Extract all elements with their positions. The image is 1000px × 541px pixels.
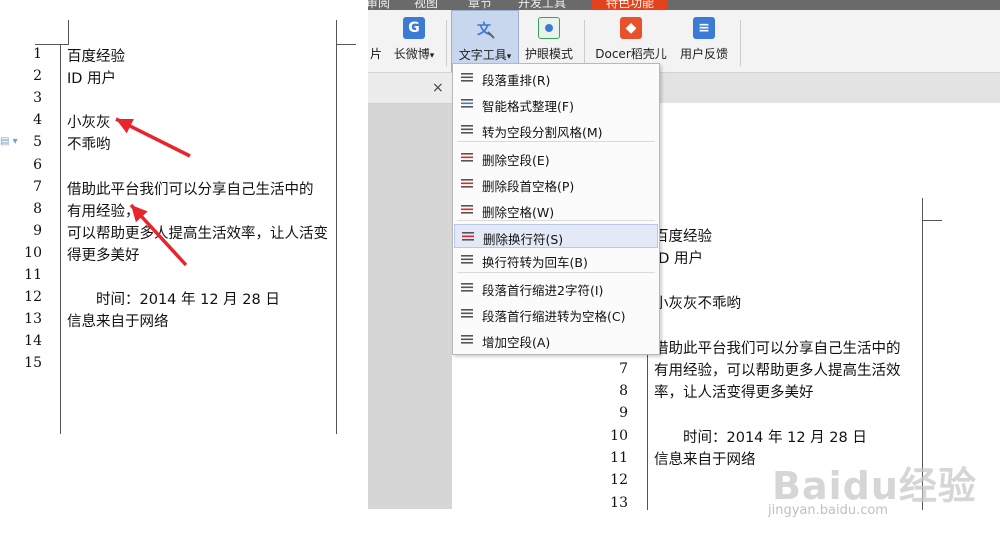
menu-item-label: 段落首行缩进转为空格(C) [482,309,626,324]
tab-developer[interactable]: 开发工具 [518,0,566,10]
menu-item[interactable]: 段落重排(R) [454,66,658,90]
menu-item[interactable]: 增加空段(A) [454,328,658,352]
menu-item-label: 删除段首空格(P) [482,179,575,194]
menu-item[interactable]: 智能格式整理(F) [454,92,658,116]
text-tools-menu: 段落重排(R) 智能格式整理(F) 转为空段分割风格(M) 删除空段(E) 删除段首空格… [452,63,660,355]
partial-button-label[interactable]: 片 [370,45,382,62]
document-line[interactable]: 百度经验 [654,225,712,246]
line-number: 13 [610,494,628,511]
text-tools-icon: 文 [474,18,496,40]
document-line[interactable]: 有用经验，可以帮助更多人提高生活效 [654,359,901,380]
feedback-button[interactable]: ≡ 用户反馈 [674,10,734,72]
arrow-annotations [115,117,191,267]
menu-item-label: 段落首行缩进2字符(I) [482,283,604,298]
delete-space-icon [460,203,474,217]
delete-line-break-icon [461,230,475,244]
menu-item[interactable]: 删除空段(E) [454,146,658,170]
document-line[interactable]: 借助此平台我们可以分享自己生活中的 [654,337,901,358]
menu-item[interactable]: 删除换行符(S) [454,224,658,248]
tab-chapter[interactable]: 章节 [468,0,492,10]
workspace-background [368,73,452,509]
feedback-icon: ≡ [693,17,715,39]
chevron-down-icon: ▾ [506,52,512,62]
menu-item-label: 智能格式整理(F) [482,99,574,114]
delete-leading-space-icon [460,177,474,191]
add-empty-paragraph-icon [460,333,474,347]
first-line-indent-icon [460,281,474,295]
menu-item[interactable]: 段落首行缩进转为空格(C) [454,302,658,326]
tab-review[interactable]: 审阅 [368,0,390,10]
menu-separator [457,272,655,273]
menu-item[interactable]: 段落首行缩进2字符(I) [454,276,658,300]
menu-item[interactable]: 转为空段分割风格(M) [454,118,658,142]
baidu-watermark-url: jingyan.baidu.com [768,503,888,518]
menu-item-label: 删除空段(E) [482,153,550,168]
toolbar-separator [740,20,741,66]
menu-item[interactable]: 换行符转为回车(B) [454,248,658,272]
chevron-down-icon: ▾ [429,51,435,61]
docer-label: Docer稻壳儿 [595,47,667,61]
menu-item-label: 转为空段分割风格(M) [482,125,603,140]
page-corner-mark [922,198,923,220]
line-number: 11 [610,450,628,466]
document-line[interactable]: 小灰灰不乖哟 [654,292,741,313]
menu-item[interactable]: 删除空格(W) [454,198,658,222]
menu-item-label: 换行符转为回车(B) [482,255,588,270]
toolbar-separator [584,20,585,66]
eye-care-label: 护眼模式 [524,47,573,61]
toolbar-separator [446,20,447,66]
weibo-label: 长微博 [393,47,430,61]
menu-item-label: 删除换行符(S) [483,232,564,247]
document-line[interactable]: ID 用户 [654,247,703,268]
ribbon-tab-bar: 审阅 视图 章节 开发工具 特色功能 [368,0,1000,10]
line-number: 7 [619,360,628,377]
eye-care-icon [538,17,560,39]
line-number: 10 [610,427,628,444]
document-line[interactable]: 时间：2014 年 12 月 28 日 [683,426,867,447]
document-line[interactable]: 信息来自于网络 [654,448,756,469]
svg-text:文: 文 [477,21,492,38]
close-icon[interactable]: × [432,80,444,96]
document-tab-strip [658,73,1000,104]
left-document-panel: ▤ ▾ 1 百度经验 2 ID 用户 3 4 小灰灰 5 不乖哟 6 7 借助此平台我们可以分享自己生… [0,0,368,541]
line-number: 12 [610,472,628,489]
baidu-watermark-logo: Baidu经验 [772,464,977,508]
menu-item[interactable]: 删除段首空格(P) [454,172,658,196]
smart-format-icon [460,97,474,111]
menu-item-label: 增加空段(A) [482,335,551,350]
empty-paragraph-split-icon [460,123,474,137]
delete-empty-paragraph-icon [460,151,474,165]
feedback-label: 用户反馈 [679,47,728,61]
text-tools-label: 文字工具 [458,48,507,62]
menu-separator [457,220,655,221]
docer-icon: ◆ [620,17,642,39]
menu-separator [457,141,655,142]
line-number: 9 [619,405,628,422]
paragraph-rearrange-icon [460,71,474,85]
line-number: 8 [619,383,628,400]
indent-to-space-icon [460,307,474,321]
menu-item-label: 段落重排(R) [482,73,551,88]
page-corner-mark [922,220,942,221]
menu-item-label: 删除空格(W) [482,205,555,220]
status-strip [368,509,1000,541]
weibo-button[interactable]: G 长微博▾ [386,10,442,72]
line-break-to-enter-icon [460,253,474,267]
document-line[interactable]: 率，让人活变得更多美好 [654,381,814,402]
tab-view[interactable]: 视图 [414,0,438,10]
tab-special-features[interactable]: 特色功能 [592,0,669,10]
weibo-icon: G [403,17,425,39]
